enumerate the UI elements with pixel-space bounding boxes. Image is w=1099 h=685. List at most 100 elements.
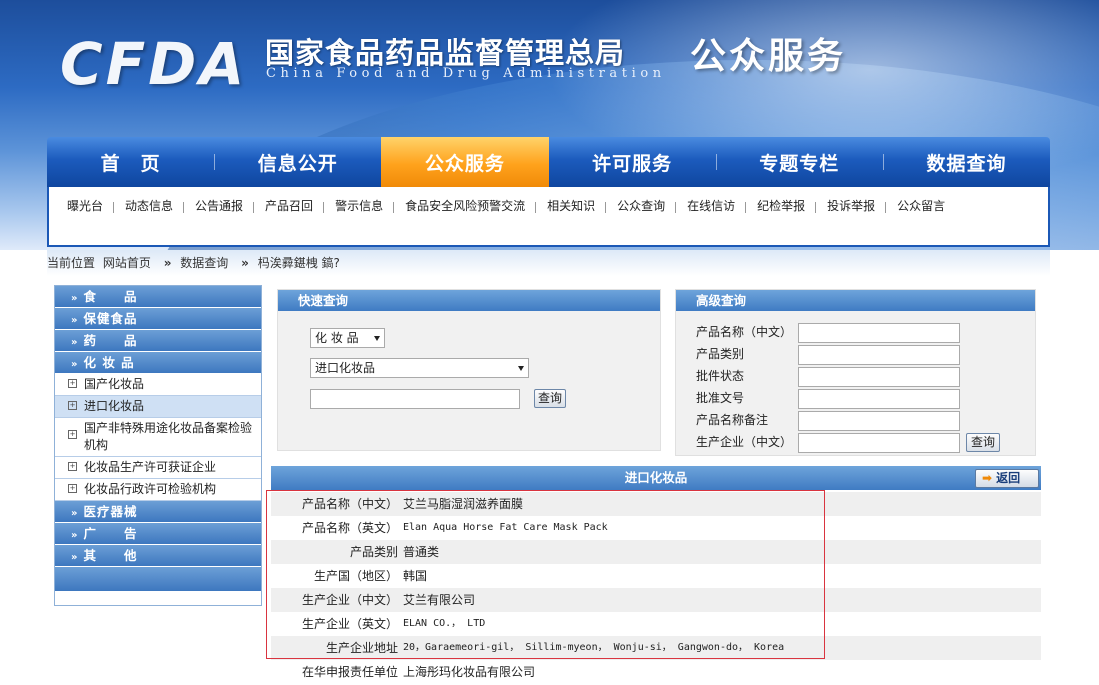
row-label: 生产企业（中文） xyxy=(301,593,398,607)
breadcrumb-link-data-query[interactable]: 数据查询 xyxy=(180,256,228,270)
subnav-item[interactable]: 警示信息 xyxy=(335,196,395,217)
quick-search-title: 快速查询 xyxy=(278,290,660,311)
row-value: 韩国 xyxy=(403,569,428,583)
subnav-item[interactable]: 公众查询 xyxy=(617,196,677,217)
table-row: 产品类别 普通类 xyxy=(271,540,1041,564)
expand-box-icon: + xyxy=(68,484,77,493)
subnav-item[interactable]: 纪检举报 xyxy=(757,196,817,217)
row-label: 在华申报责任单位 xyxy=(301,665,398,679)
adv-label-product-category: 产品类别 xyxy=(696,347,745,361)
double-chevron-icon: » xyxy=(71,508,79,519)
adv-label-name-remark: 产品名称备注 xyxy=(696,413,769,427)
quick-search-button[interactable]: 查询 xyxy=(534,389,566,408)
sub-nav: 曝光台 动态信息 公告通报 产品召回 警示信息 食品安全风险预警交流 相关知识 … xyxy=(47,187,1050,247)
double-chevron-icon: » xyxy=(71,337,79,348)
adv-label-approval-number: 批准文号 xyxy=(696,391,745,405)
nav-info-disclosure[interactable]: 信息公开 xyxy=(214,137,381,187)
agency-name-en: China Food and Drug Administration xyxy=(266,66,666,81)
table-row: 生产企业（英文） ELAN CO.， LTD xyxy=(271,612,1041,636)
breadcrumb: 当前位置 网站首页 » 数据查询 » 杩涘彛鍖栧 鎬? xyxy=(47,250,1050,276)
quick-search-panel: 快速查询 化 妆 品 进口化妆品 查询 xyxy=(277,289,661,451)
detail-table: 产品名称（中文） 艾兰马脂湿润滋养面膜 产品名称（英文） Elan Aqua Hor… xyxy=(271,492,1041,684)
subnav-item[interactable]: 公告通报 xyxy=(195,196,255,217)
row-value: 20，Garaemeori-gil， Sillim-myeon， Wonju-s… xyxy=(403,642,785,653)
adv-input-product-category[interactable] xyxy=(798,345,960,365)
quick-search-input[interactable] xyxy=(310,389,520,409)
adv-input-manufacturer-cn[interactable] xyxy=(798,433,960,453)
expand-box-icon: + xyxy=(68,401,77,410)
table-row: 在华申报责任单位 上海彤玛化妆品有限公司 xyxy=(271,660,1041,684)
dropdown-caret-icon xyxy=(518,366,524,371)
adv-label-manufacturer-cn: 生产企业（中文） xyxy=(696,435,793,449)
back-button[interactable]: ➡ 返回 xyxy=(975,469,1039,488)
category-sidebar: » 食 品 » 保健食品 » 药 品 » 化 妆 品 + 国产化妆品 + 进口化妆品 + 国产… xyxy=(54,285,262,606)
sidebar-footer xyxy=(55,567,261,591)
nav-public-service[interactable]: 公众服务 xyxy=(381,137,549,187)
sidebar-cat-cosmetics[interactable]: » 化 妆 品 xyxy=(55,352,261,374)
expand-box-icon: + xyxy=(68,462,77,471)
subnav-item[interactable]: 相关知识 xyxy=(547,196,607,217)
sidebar-cat-drugs[interactable]: » 药 品 xyxy=(55,330,261,352)
arrow-right-icon: ➡ xyxy=(982,471,993,485)
row-value: 普通类 xyxy=(403,545,440,559)
expand-box-icon: + xyxy=(68,430,77,439)
subnav-item[interactable]: 产品召回 xyxy=(265,196,325,217)
double-chevron-icon: » xyxy=(71,552,79,563)
table-row: 生产企业（中文） 艾兰有限公司 xyxy=(271,588,1041,612)
sidebar-cat-other[interactable]: » 其 他 xyxy=(55,545,261,567)
row-label: 产品类别 xyxy=(349,545,398,559)
product-type-select[interactable]: 进口化妆品 xyxy=(310,358,529,378)
sidebar-cat-food[interactable]: » 食 品 xyxy=(55,286,261,308)
cfda-logo: CFDA xyxy=(60,30,248,98)
sidebar-sub-licensed-enterprises[interactable]: + 化妆品生产许可获证企业 xyxy=(55,457,261,479)
double-chevron-icon: » xyxy=(71,315,79,326)
table-row: 产品名称（英文） Elan Aqua Horse Fat Care Mask Pa… xyxy=(271,516,1041,540)
adv-input-approval-status[interactable] xyxy=(798,367,960,387)
table-row: 生产国（地区） 韩国 xyxy=(271,564,1041,588)
subnav-item[interactable]: 曝光台 xyxy=(67,196,115,217)
breadcrumb-separator: » xyxy=(241,256,249,270)
row-label: 产品名称（英文） xyxy=(301,521,398,535)
advanced-search-button[interactable]: 查询 xyxy=(966,433,1000,452)
adv-label-product-name-cn: 产品名称（中文） xyxy=(696,325,793,339)
double-chevron-icon: » xyxy=(71,293,79,304)
subnav-item[interactable]: 投诉举报 xyxy=(827,196,887,217)
sidebar-sub-admin-inspection[interactable]: + 化妆品行政许可检验机构 xyxy=(55,479,261,501)
expand-box-icon: + xyxy=(68,379,77,388)
breadcrumb-separator: » xyxy=(163,256,172,270)
category-select[interactable]: 化 妆 品 xyxy=(310,328,385,348)
sidebar-cat-medical-devices[interactable]: » 医疗器械 xyxy=(55,501,261,523)
nav-special-topics[interactable]: 专题专栏 xyxy=(715,137,883,187)
dropdown-caret-icon xyxy=(374,336,380,341)
sidebar-cat-health-food[interactable]: » 保健食品 xyxy=(55,308,261,330)
row-label: 生产国（地区） xyxy=(313,569,398,583)
double-chevron-icon: » xyxy=(71,359,79,370)
nav-data-query[interactable]: 数据查询 xyxy=(882,137,1050,187)
sidebar-sub-inspection-agencies[interactable]: + 国产非特殊用途化妆品备案检验机构 xyxy=(55,418,261,457)
adv-input-approval-number[interactable] xyxy=(798,389,960,409)
nav-home[interactable]: 首 页 xyxy=(47,137,214,187)
advanced-search-panel: 高级查询 产品名称（中文） 产品类别 批件状态 批准文号 产品名称备注 生产企业… xyxy=(675,289,1036,456)
sidebar-sub-domestic-cosmetics[interactable]: + 国产化妆品 xyxy=(55,374,261,396)
nav-license-service[interactable]: 许可服务 xyxy=(549,137,716,187)
row-value: 艾兰有限公司 xyxy=(403,593,476,607)
table-row: 生产企业地址 20，Garaemeori-gil， Sillim-myeon， W… xyxy=(271,636,1041,660)
sidebar-sub-imported-cosmetics[interactable]: + 进口化妆品 xyxy=(55,396,261,418)
subnav-item[interactable]: 在线信访 xyxy=(687,196,747,217)
double-chevron-icon: » xyxy=(71,530,79,541)
breadcrumb-prefix: 当前位置 xyxy=(47,256,96,270)
main-nav: 首 页 信息公开 公众服务 许可服务 专题专栏 数据查询 xyxy=(47,137,1050,187)
subnav-item[interactable]: 公众留言 xyxy=(897,196,956,217)
subnav-item[interactable]: 食品安全风险预警交流 xyxy=(405,196,537,217)
row-label: 生产企业地址 xyxy=(325,641,398,655)
row-value: ELAN CO.， LTD xyxy=(403,618,486,629)
row-value: Elan Aqua Horse Fat Care Mask Pack xyxy=(403,522,608,533)
row-value: 艾兰马脂湿润滋养面膜 xyxy=(403,497,524,511)
sidebar-cat-advertising[interactable]: » 广 告 xyxy=(55,523,261,545)
advanced-search-title: 高级查询 xyxy=(676,290,1035,311)
breadcrumb-link-home[interactable]: 网站首页 xyxy=(103,256,151,270)
adv-input-product-name-cn[interactable] xyxy=(798,323,960,343)
subnav-item[interactable]: 动态信息 xyxy=(125,196,185,217)
row-label: 产品名称（中文） xyxy=(301,497,398,511)
adv-input-name-remark[interactable] xyxy=(798,411,960,431)
